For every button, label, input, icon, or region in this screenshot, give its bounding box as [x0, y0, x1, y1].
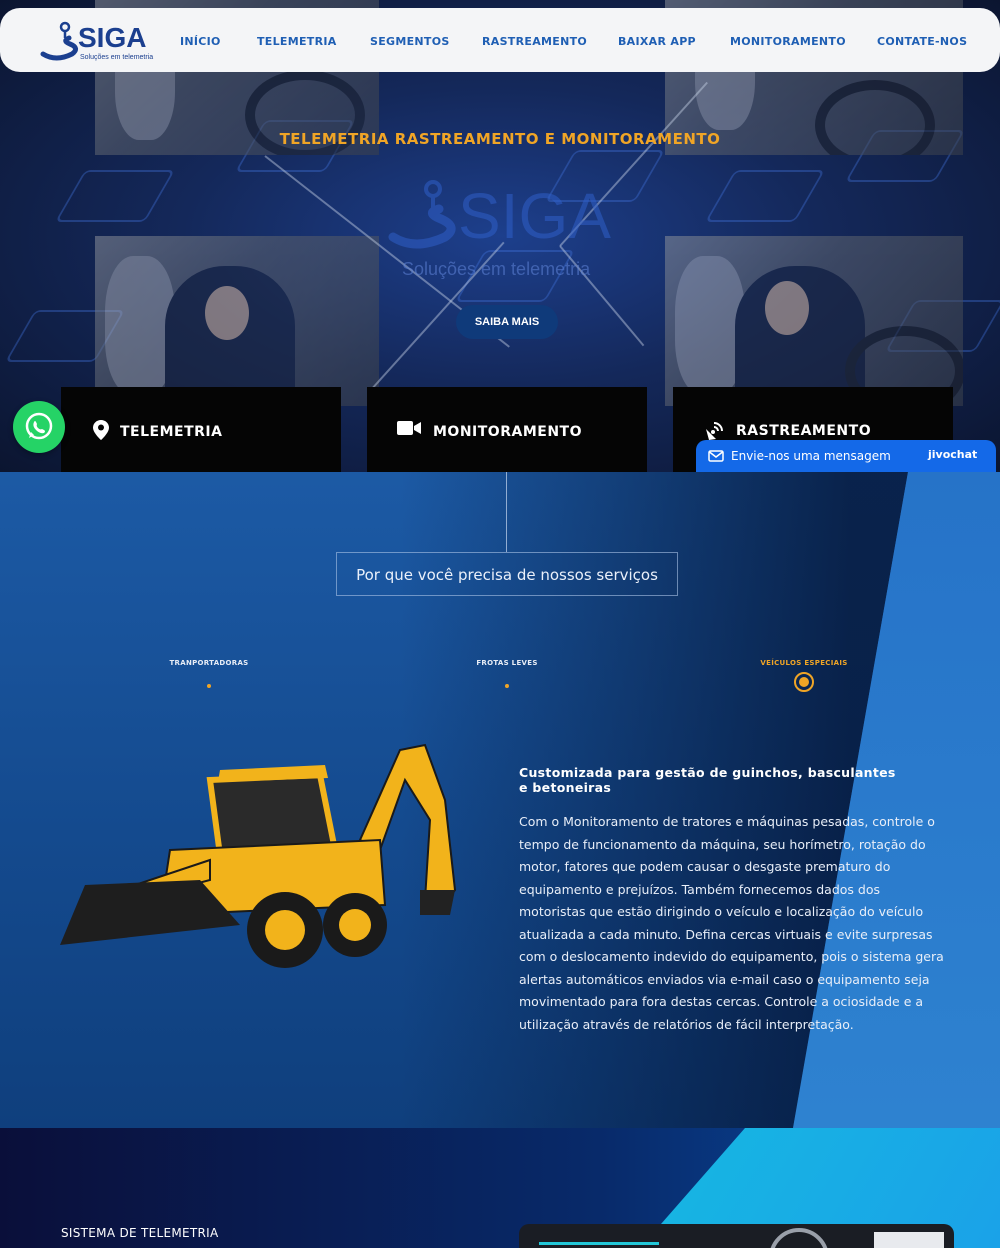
jivochat-brand: jivochat [928, 448, 978, 461]
map-pin-icon [93, 420, 109, 440]
tab-transportadoras[interactable]: TRANPORTADORAS [139, 659, 279, 667]
dashboard-preview [519, 1224, 954, 1248]
hero-logo-name: SIGA [458, 180, 611, 252]
why-title: Por que você precisa de nossos serviços [336, 552, 678, 596]
driver-photo [95, 236, 379, 406]
divider-line [506, 472, 507, 552]
system-section: SISTEMA DE TELEMETRIA [0, 1128, 1000, 1248]
hero-logo-subtitle: Soluções em telemetria [402, 259, 591, 279]
nav-monitoramento[interactable]: MONITORAMENTO [730, 35, 846, 48]
tab-frotas-leves[interactable]: FROTAS LEVES [437, 659, 577, 667]
service-card-label: TELEMETRIA [120, 424, 223, 440]
nav-inicio[interactable]: INÍCIO [180, 35, 221, 48]
whatsapp-button[interactable] [13, 401, 65, 453]
satellite-icon [706, 422, 723, 440]
service-card-label: MONITORAMENTO [433, 424, 582, 440]
logo-name: SIGA [78, 22, 147, 53]
hero-logo: SIGA Soluções em telemetria [380, 175, 630, 285]
backhoe-loader-image [60, 743, 457, 968]
tab-veiculos-especiais[interactable]: VEÍCULOS ESPECIAIS [734, 659, 874, 667]
tab-indicator[interactable] [207, 684, 211, 688]
hero-tagline: TELEMETRIA RASTREAMENTO E MONITORAMENTO [279, 130, 721, 148]
jivochat-message: Envie-nos uma mensagem [731, 449, 891, 463]
hex-decoration [54, 170, 176, 222]
hex-decoration [704, 170, 826, 222]
service-card-telemetria[interactable]: TELEMETRIA [61, 387, 341, 472]
segment-description: Com o Monitoramento de tratores e máquin… [519, 814, 944, 1032]
envelope-icon [708, 450, 724, 462]
saiba-mais-button[interactable]: SAIBA MAIS [456, 305, 558, 339]
video-camera-icon [397, 421, 421, 435]
nav-segmentos[interactable]: SEGMENTOS [370, 35, 450, 48]
nav-rastreamento[interactable]: RASTREAMENTO [482, 35, 587, 48]
logo-tagline: Soluções em telemetria [80, 54, 154, 61]
tab-indicator[interactable] [505, 684, 509, 688]
whatsapp-icon [25, 412, 53, 440]
nav-contate-nos[interactable]: CONTATE-NOS [877, 35, 967, 48]
siga-logo[interactable]: SIGA Soluções em telemetria [40, 20, 155, 64]
nav-baixar-app[interactable]: BAIXAR APP [618, 35, 696, 48]
service-card-label: RASTREAMENTO [736, 423, 872, 439]
system-title: SISTEMA DE TELEMETRIA [61, 1226, 219, 1240]
siga-logo-mark-icon [40, 21, 78, 61]
tab-indicator-active[interactable] [794, 672, 814, 692]
segment-heading: Customizada para gestão de guinchos, bas… [519, 765, 896, 795]
siga-logo-mark-icon [388, 180, 456, 249]
driver-photo [665, 236, 963, 406]
jivochat-widget[interactable]: Envie-nos uma mensagem jivochat [696, 440, 996, 472]
nav-telemetria[interactable]: TELEMETRIA [257, 35, 337, 48]
why-section: Por que você precisa de nossos serviços … [0, 472, 1000, 1128]
service-card-monitoramento[interactable]: MONITORAMENTO [367, 387, 647, 472]
navbar: SIGA Soluções em telemetria INÍCIO TELEM… [0, 8, 1000, 72]
